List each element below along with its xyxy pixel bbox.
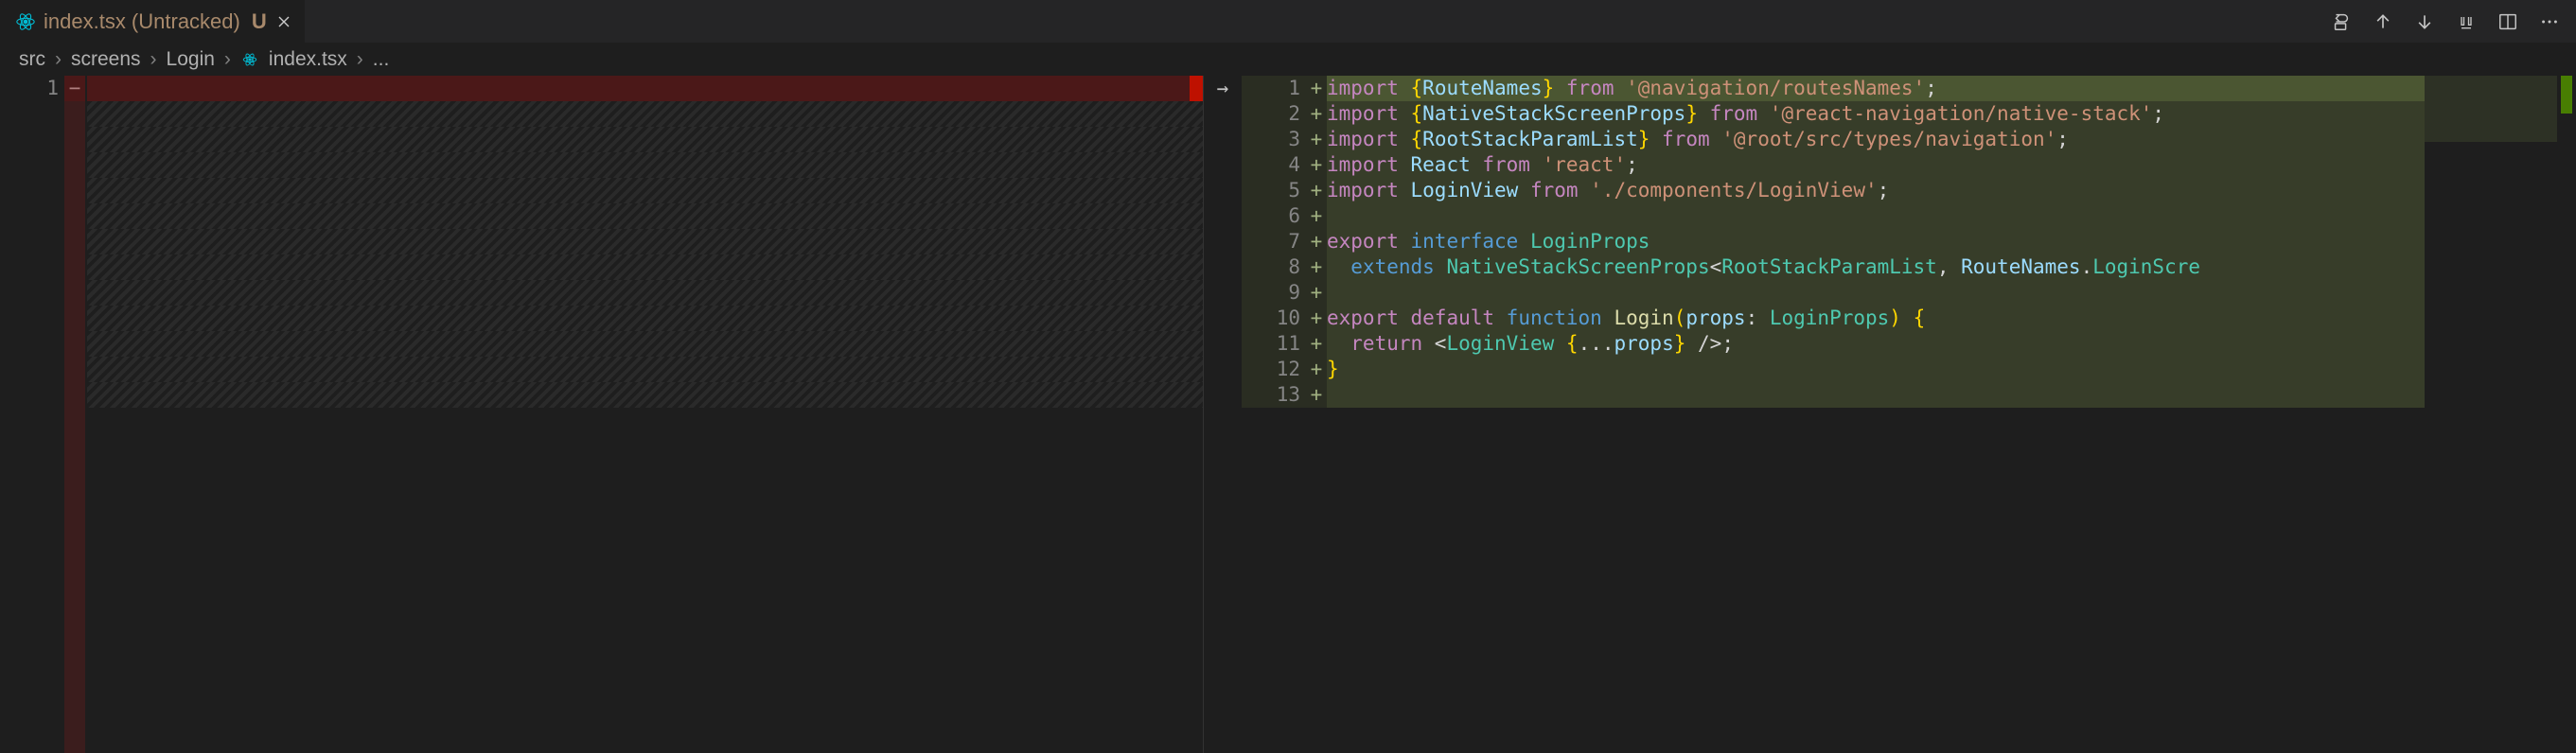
code-line[interactable]: import {RouteNames} from '@navigation/ro… <box>1327 76 2576 101</box>
code-line[interactable]: import LoginView from './components/Logi… <box>1327 178 2576 203</box>
breadcrumb-segment[interactable]: Login <box>167 48 215 71</box>
code-line[interactable]: extends NativeStackScreenProps<RootStack… <box>1327 254 2576 280</box>
breadcrumb-segment[interactable]: screens <box>71 48 141 71</box>
code-area-original[interactable] <box>85 76 1203 753</box>
next-change-icon[interactable] <box>2413 10 2436 33</box>
editor-tab[interactable]: index.tsx (Untracked) U <box>0 0 306 43</box>
react-file-icon <box>240 50 259 69</box>
breadcrumb-segment[interactable]: src <box>19 48 45 71</box>
tab-bar: index.tsx (Untracked) U <box>0 0 2576 44</box>
more-actions-icon[interactable] <box>2538 10 2561 33</box>
code-line[interactable] <box>1327 382 2576 408</box>
chevron-right-icon: › <box>224 48 231 71</box>
breadcrumb-trail[interactable]: ... <box>373 48 390 71</box>
editor-actions <box>2330 0 2576 43</box>
code-line[interactable] <box>1327 203 2576 229</box>
code-line[interactable]: } <box>1327 357 2576 382</box>
code-area-modified[interactable]: import {RouteNames} from '@navigation/ro… <box>1327 76 2576 753</box>
diff-sign-gutter: +++++++++++++ <box>1306 76 1327 753</box>
chevron-right-icon: › <box>55 48 62 71</box>
split-editor-icon[interactable] <box>2497 10 2519 33</box>
code-line[interactable]: import {RootStackParamList} from '@root/… <box>1327 127 2576 152</box>
scrollbar-added-marker <box>2561 76 2572 114</box>
chevron-right-icon: › <box>150 48 157 71</box>
whitespace-icon[interactable] <box>2455 10 2478 33</box>
diff-original-pane[interactable]: 1 − <box>0 76 1204 753</box>
react-file-icon <box>15 11 36 32</box>
vertical-scrollbar[interactable] <box>2557 76 2576 753</box>
tab-git-status: U <box>252 9 267 34</box>
breadcrumb[interactable]: src › screens › Login › index.tsx › ... <box>0 44 2576 76</box>
line-number-gutter: 12345678910111213 <box>1242 76 1306 753</box>
breadcrumb-file[interactable]: index.tsx <box>269 48 347 71</box>
line-number-gutter: 1 <box>0 76 64 753</box>
code-line[interactable]: import React from 'react'; <box>1327 152 2576 178</box>
diff-editor: 1 − → 12345678910111213 +++++++++++++ im… <box>0 76 2576 753</box>
revert-file-icon[interactable] <box>2330 10 2353 33</box>
minimap-added-region <box>2425 76 2557 142</box>
diff-sign-gutter: − <box>64 76 85 753</box>
diff-revert-gutter: → <box>1204 76 1242 753</box>
diff-modified-pane[interactable]: 12345678910111213 +++++++++++++ import {… <box>1242 76 2576 753</box>
revert-change-arrow-icon[interactable]: → <box>1204 76 1242 101</box>
tab-title: index.tsx (Untracked) <box>44 9 240 34</box>
code-line[interactable]: export interface LoginProps <box>1327 229 2576 254</box>
code-line[interactable] <box>1327 280 2576 306</box>
code-line[interactable]: import {NativeStackScreenProps} from '@r… <box>1327 101 2576 127</box>
removed-marker <box>1190 76 1203 101</box>
previous-change-icon[interactable] <box>2372 10 2394 33</box>
close-icon[interactable] <box>274 12 293 31</box>
code-line[interactable]: export default function Login(props: Log… <box>1327 306 2576 331</box>
code-line[interactable]: return <LoginView {...props} />; <box>1327 331 2576 357</box>
minimap[interactable] <box>2425 76 2557 753</box>
chevron-right-icon: › <box>357 48 363 71</box>
